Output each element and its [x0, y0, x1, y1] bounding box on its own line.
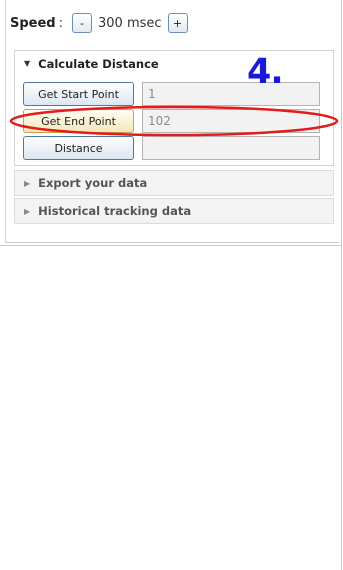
speed-colon: : [58, 15, 63, 31]
collapsed-triangle-icon: ▶ [24, 206, 31, 216]
distance-button[interactable]: Distance [23, 136, 134, 160]
side-panel: Speed : - 300 msec + ▼ Calculate Distanc… [0, 0, 342, 570]
historical-tracking-header[interactable]: ▶ Historical tracking data [14, 198, 334, 224]
end-point-row: Get End Point 102 [23, 109, 320, 133]
speed-decrease-button[interactable]: - [72, 13, 92, 33]
speed-value: 300 msec [98, 15, 162, 31]
get-start-point-button[interactable]: Get Start Point [23, 82, 134, 106]
export-data-title: Export your data [38, 176, 148, 190]
accordion: ▼ Calculate Distance Get Start Point 1 G… [14, 50, 334, 224]
calculate-distance-header[interactable]: ▼ Calculate Distance [14, 50, 334, 76]
export-data-header[interactable]: ▶ Export your data [14, 170, 334, 196]
calculate-distance-title: Calculate Distance [38, 56, 159, 71]
historical-tracking-title: Historical tracking data [38, 204, 192, 218]
end-point-field[interactable]: 102 [142, 109, 320, 133]
get-end-point-button[interactable]: Get End Point [23, 109, 134, 133]
start-point-field[interactable]: 1 [142, 82, 320, 106]
collapsed-triangle-icon: ▶ [24, 178, 31, 188]
panel-divider [0, 245, 342, 246]
speed-label: Speed [10, 15, 56, 31]
expanded-triangle-icon: ▼ [24, 59, 31, 68]
step-number-annotation: 4. [247, 52, 284, 92]
calculate-distance-body: Get Start Point 1 Get End Point 102 Dist… [14, 76, 334, 166]
distance-field[interactable] [142, 136, 320, 160]
speed-increase-button[interactable]: + [167, 13, 188, 33]
distance-row: Distance [23, 136, 320, 160]
speed-control: Speed : - 300 msec + [10, 12, 188, 34]
